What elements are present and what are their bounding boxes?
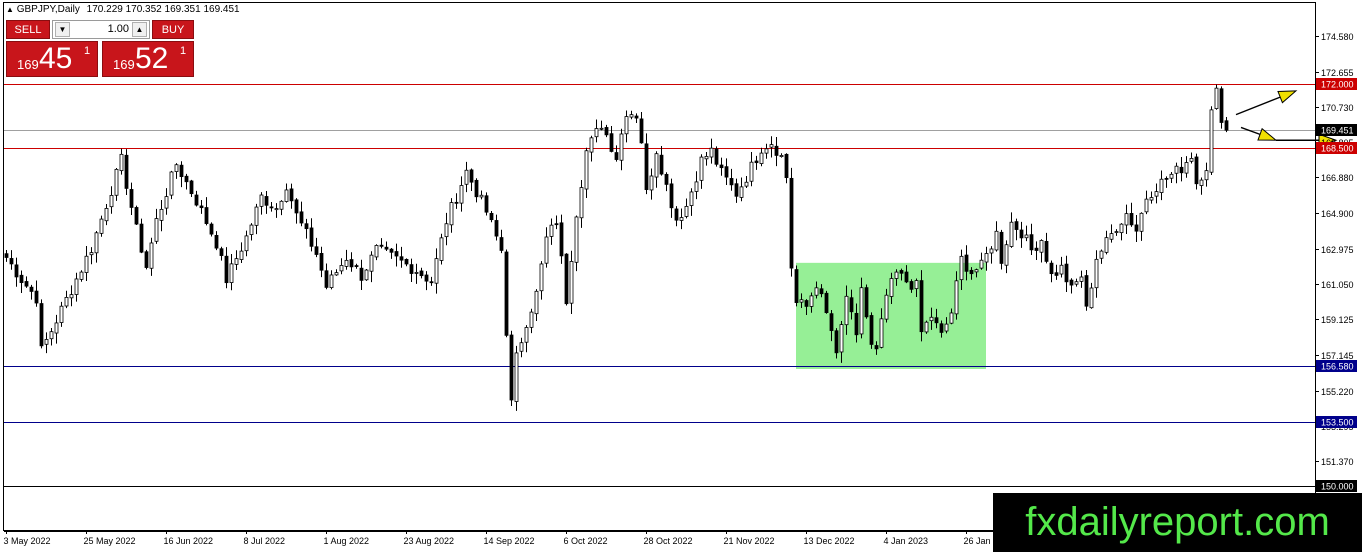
buy-button[interactable]: BUY <box>152 20 194 39</box>
price-axis: 174.580172.655170.730168.805166.880164.9… <box>1315 32 1357 537</box>
candle <box>509 330 514 407</box>
candle <box>1209 106 1214 175</box>
candle <box>169 170 174 200</box>
y-tick-label: 157.145 <box>1321 351 1354 361</box>
candle <box>134 205 139 225</box>
candle <box>209 222 214 237</box>
y-tick-label: 155.220 <box>1321 387 1354 397</box>
x-tick-label: 14 Sep 2022 <box>484 536 535 546</box>
x-tick-label: 16 Jun 2022 <box>164 536 214 546</box>
candle <box>514 345 519 411</box>
candle <box>39 299 44 349</box>
sell-button[interactable]: SELL <box>6 20 50 39</box>
lot-value[interactable]: 1.00 <box>73 23 129 35</box>
x-tick-label: 13 Dec 2022 <box>804 536 855 546</box>
candle <box>439 233 444 265</box>
y-tick-label: 161.050 <box>1321 280 1354 290</box>
y-tick-label: 174.580 <box>1321 32 1354 42</box>
candle <box>564 253 569 306</box>
candle <box>484 192 489 216</box>
level-price-label: 169.451 <box>1321 126 1354 136</box>
x-tick-label: 1 Aug 2022 <box>324 536 370 546</box>
symbol-label: GBPJPY,Daily <box>16 4 80 15</box>
lot-size-field[interactable]: ▼ 1.00 ▲ <box>52 20 150 39</box>
watermark-logo: fxdailyreport.com <box>993 493 1362 552</box>
candle <box>124 149 129 196</box>
y-tick-label: 164.900 <box>1321 209 1354 219</box>
candle <box>919 270 924 342</box>
sell-price-prefix: 169 <box>17 57 39 72</box>
x-tick-label: 23 Aug 2022 <box>404 536 455 546</box>
triangle-up-icon: ▲ <box>135 25 144 34</box>
one-click-trading-panel: SELL ▼ 1.00 ▲ BUY 169 45 1 169 52 1 <box>6 20 194 77</box>
lot-increase-button[interactable]: ▲ <box>132 22 147 37</box>
y-tick-label: 172.655 <box>1321 68 1354 78</box>
candle <box>139 218 144 254</box>
x-tick-label: 28 Oct 2022 <box>644 536 693 546</box>
candle <box>144 249 149 270</box>
y-tick-label: 162.975 <box>1321 245 1354 255</box>
x-tick-label: 6 Oct 2022 <box>564 536 608 546</box>
triangle-down-icon: ▼ <box>58 25 67 34</box>
sell-price-sup: 1 <box>84 45 91 57</box>
candle <box>924 320 929 334</box>
buy-price-big: 52 <box>135 42 169 75</box>
buy-price-button[interactable]: 169 52 1 <box>102 41 194 77</box>
y-tick-label: 166.880 <box>1321 173 1354 183</box>
candle <box>364 269 369 281</box>
candle <box>714 146 719 167</box>
x-tick-label: 8 Jul 2022 <box>244 536 286 546</box>
candle <box>789 167 794 277</box>
lot-decrease-button[interactable]: ▼ <box>55 22 70 37</box>
candle <box>824 290 829 314</box>
level-price-label: 150.000 <box>1321 482 1354 492</box>
y-tick-label: 170.730 <box>1321 103 1354 113</box>
candle <box>1219 86 1224 129</box>
x-tick-label: 25 May 2022 <box>84 536 136 546</box>
x-tick-label: 21 Nov 2022 <box>724 536 775 546</box>
candle <box>99 215 104 237</box>
candle <box>999 229 1004 270</box>
candle <box>794 265 799 307</box>
candle <box>1194 153 1199 190</box>
level-price-label: 168.500 <box>1321 144 1354 154</box>
x-tick-label: 3 May 2022 <box>4 536 51 546</box>
sell-price-button[interactable]: 169 45 1 <box>6 41 98 77</box>
y-tick-label: 159.125 <box>1321 315 1354 325</box>
buy-price-sup: 1 <box>180 45 187 57</box>
level-price-label: 172.000 <box>1321 80 1354 90</box>
level-price-label: 153.500 <box>1321 418 1354 428</box>
y-tick-label: 151.370 <box>1321 457 1354 467</box>
candle <box>504 249 509 338</box>
candle <box>1084 269 1089 311</box>
buy-price-prefix: 169 <box>113 57 135 72</box>
x-tick-label: 4 Jan 2023 <box>884 536 929 546</box>
level-price-label: 156.580 <box>1321 362 1354 372</box>
candle <box>869 312 874 349</box>
candle <box>864 284 869 319</box>
chart-plot-frame <box>3 2 1316 531</box>
chart-title-bar: ▲ GBPJPY,Daily 170.229 170.352 169.351 1… <box>6 4 240 15</box>
sell-price-big: 45 <box>39 42 73 75</box>
candle <box>1214 84 1219 110</box>
price-chart[interactable]: 174.580172.655170.730168.805166.880164.9… <box>0 0 1362 552</box>
ohlc-text: 170.229 170.352 169.351 169.451 <box>86 4 240 15</box>
triangle-up-icon[interactable]: ▲ <box>6 5 14 14</box>
